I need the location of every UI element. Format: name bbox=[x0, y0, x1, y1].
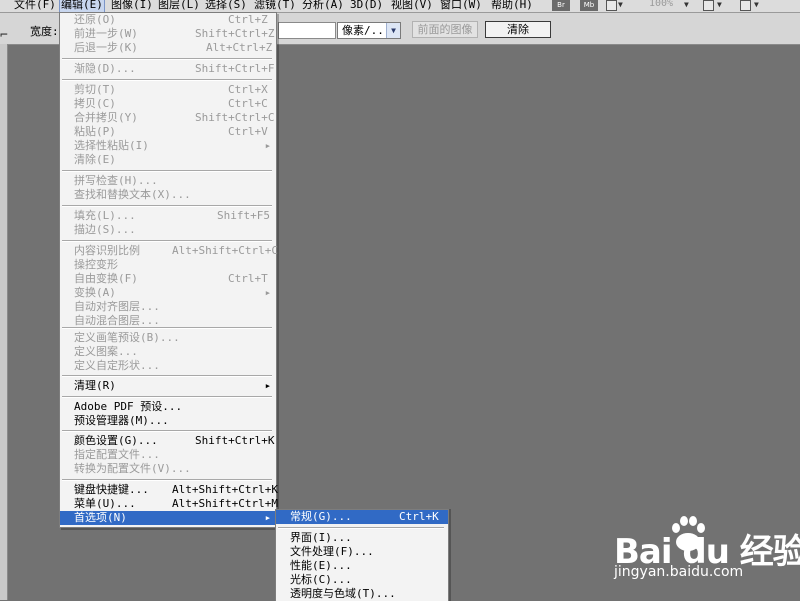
menu-item-auto-align-layers[interactable]: 自动对齐图层... bbox=[60, 300, 276, 314]
menu-help[interactable]: 帮助(H) bbox=[491, 0, 533, 12]
menu-separator bbox=[62, 396, 272, 398]
menu-item-transform[interactable]: 变换(A) ▶ bbox=[60, 286, 276, 300]
menu-separator bbox=[62, 479, 272, 481]
menu-separator bbox=[278, 527, 444, 529]
submenu-arrow-icon: ▶ bbox=[265, 289, 270, 297]
menu-separator bbox=[62, 170, 272, 172]
menu-item-free-transform[interactable]: 自由变换(F) Ctrl+T bbox=[60, 272, 276, 286]
menu-separator bbox=[62, 205, 272, 207]
chevron-down-icon[interactable]: ▼ bbox=[618, 0, 623, 9]
submenu-arrow-icon: ▶ bbox=[265, 382, 270, 390]
menu-item-keyboard-shortcuts[interactable]: 键盘快捷键... Alt+Shift+Ctrl+K bbox=[60, 483, 278, 497]
unit-select-value: 像素/... bbox=[342, 24, 391, 37]
preferences-submenu: 常规(G)... Ctrl+K 界面(I)... 文件处理(F)... 性能(E)… bbox=[275, 509, 449, 601]
unit-select[interactable]: 像素/... ▼ bbox=[337, 22, 401, 39]
screen-mode-icon[interactable] bbox=[740, 0, 751, 11]
view-extras-icon[interactable] bbox=[606, 0, 617, 11]
menu-item-cut[interactable]: 剪切(T) Ctrl+X bbox=[60, 83, 276, 97]
menu-item-adobe-pdf-presets[interactable]: Adobe PDF 预设... bbox=[60, 400, 276, 414]
submenu-item-transparency-gamut[interactable]: 透明度与色域(T)... bbox=[276, 587, 448, 601]
menu-filter[interactable]: 滤镜(T) bbox=[254, 0, 296, 12]
chevron-down-icon[interactable]: ▼ bbox=[386, 23, 400, 38]
resolution-input[interactable] bbox=[278, 22, 336, 39]
menu-item-assign-profile[interactable]: 指定配置文件... bbox=[60, 448, 276, 462]
submenu-arrow-icon: ▶ bbox=[265, 142, 270, 150]
menu-item-copy-merged[interactable]: 合并拷贝(Y) Shift+Ctrl+C bbox=[60, 111, 276, 125]
menu-item-purge[interactable]: 清理(R) ▶ bbox=[60, 379, 276, 393]
menu-item-menus[interactable]: 菜单(U)... Alt+Shift+Ctrl+M bbox=[60, 497, 278, 511]
menu-item-fade[interactable]: 渐隐(D)... Shift+Ctrl+F bbox=[60, 62, 276, 76]
menu-item-step-backward[interactable]: 后退一步(K) Alt+Ctrl+Z bbox=[60, 41, 276, 55]
crop-tool-icon[interactable]: ⌐ bbox=[0, 28, 14, 44]
tools-panel bbox=[0, 44, 8, 600]
front-image-button[interactable]: 前面的图像 bbox=[412, 21, 478, 38]
menu-item-step-forward[interactable]: 前进一步(W) Shift+Ctrl+Z bbox=[60, 27, 276, 41]
submenu-item-performance[interactable]: 性能(E)... bbox=[276, 559, 448, 573]
menu-item-preferences[interactable]: 首选项(N) ▶ bbox=[60, 511, 276, 525]
menu-item-preset-manager[interactable]: 预设管理器(M)... bbox=[60, 414, 276, 428]
menu-separator bbox=[62, 79, 272, 81]
bridge-button[interactable]: Br bbox=[552, 0, 570, 11]
menu-window[interactable]: 窗口(W) bbox=[440, 0, 482, 12]
menu-item-check-spelling[interactable]: 拼写检查(H)... bbox=[60, 174, 276, 188]
menu-item-fill[interactable]: 填充(L)... Shift+F5 bbox=[60, 209, 276, 223]
menu-select[interactable]: 选择(S) bbox=[205, 0, 247, 12]
menu-view[interactable]: 视图(V) bbox=[391, 0, 433, 12]
menu-item-define-brush[interactable]: 定义画笔预设(B)... bbox=[60, 331, 276, 345]
menu-item-paste[interactable]: 粘贴(P) Ctrl+V bbox=[60, 125, 276, 139]
menu-separator bbox=[62, 430, 272, 432]
submenu-item-cursors[interactable]: 光标(C)... bbox=[276, 573, 448, 587]
menu-separator bbox=[62, 327, 272, 329]
menu-item-define-custom-shape[interactable]: 定义自定形状... bbox=[60, 359, 276, 373]
menu-item-content-aware-scale[interactable]: 内容识别比例 Alt+Shift+Ctrl+C bbox=[60, 244, 278, 258]
zoom-level[interactable]: 100% bbox=[649, 0, 673, 9]
menu-item-color-settings[interactable]: 颜色设置(G)... Shift+Ctrl+K bbox=[60, 434, 276, 448]
menu-item-find-replace[interactable]: 查找和替换文本(X)... bbox=[60, 188, 276, 202]
menu-separator bbox=[62, 58, 272, 60]
mini-bridge-button[interactable]: Mb bbox=[580, 0, 598, 11]
menu-item-undo[interactable]: 还原(O) Ctrl+Z bbox=[60, 13, 276, 27]
chevron-down-icon[interactable]: ▼ bbox=[754, 0, 759, 9]
menu-layer[interactable]: 图层(L) bbox=[158, 0, 200, 12]
menu-separator bbox=[62, 240, 272, 242]
menu-item-define-pattern[interactable]: 定义图案... bbox=[60, 345, 276, 359]
chevron-down-icon[interactable]: ▼ bbox=[684, 0, 689, 9]
menu-item-convert-to-profile[interactable]: 转换为配置文件(V)... bbox=[60, 462, 276, 476]
menu-separator bbox=[62, 375, 272, 377]
menu-item-paste-special[interactable]: 选择性粘贴(I) ▶ bbox=[60, 139, 276, 153]
menu-item-auto-blend-layers[interactable]: 自动混合图层... bbox=[60, 314, 276, 328]
menu-item-copy[interactable]: 拷贝(C) Ctrl+C bbox=[60, 97, 276, 111]
clear-button[interactable]: 清除 bbox=[485, 21, 551, 38]
menu-3d[interactable]: 3D(D) bbox=[350, 0, 383, 12]
menu-item-clear[interactable]: 清除(E) bbox=[60, 153, 276, 167]
chevron-down-icon[interactable]: ▼ bbox=[717, 0, 722, 9]
edit-menu: 还原(O) Ctrl+Z 前进一步(W) Shift+Ctrl+Z 后退一步(K) A… bbox=[59, 12, 278, 528]
menu-item-stroke[interactable]: 描边(S)... bbox=[60, 223, 276, 237]
arrange-documents-icon[interactable] bbox=[703, 0, 714, 11]
submenu-item-interface[interactable]: 界面(I)... bbox=[276, 531, 448, 545]
menu-image[interactable]: 图像(I) bbox=[111, 0, 153, 12]
watermark-url: jingyan.baidu.com bbox=[614, 564, 744, 580]
menu-analysis[interactable]: 分析(A) bbox=[302, 0, 344, 12]
menu-item-puppet-warp[interactable]: 操控变形 bbox=[60, 258, 276, 272]
submenu-item-general[interactable]: 常规(G)... Ctrl+K bbox=[276, 510, 448, 524]
paw-logo-icon bbox=[672, 516, 705, 551]
submenu-item-file-handling[interactable]: 文件处理(F)... bbox=[276, 545, 448, 559]
width-label: 宽度: bbox=[30, 25, 59, 38]
menu-file[interactable]: 文件(F) bbox=[14, 0, 56, 12]
submenu-arrow-icon: ▶ bbox=[265, 514, 270, 522]
